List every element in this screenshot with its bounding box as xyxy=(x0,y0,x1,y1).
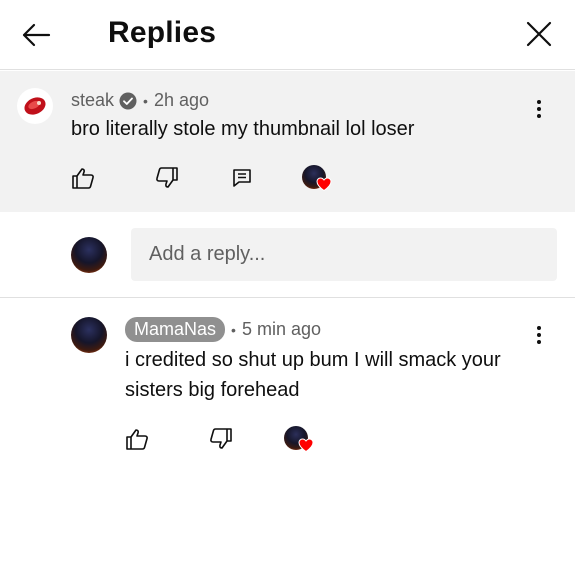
add-reply-row xyxy=(0,212,575,298)
creator-heart-badge xyxy=(302,165,332,193)
dislike-icon xyxy=(156,167,178,188)
comment-menu-button[interactable] xyxy=(527,97,551,121)
comment-author[interactable]: steak xyxy=(71,90,114,111)
like-button[interactable] xyxy=(124,426,150,452)
reply-input[interactable] xyxy=(131,228,557,281)
steak-icon xyxy=(24,97,46,115)
avatar xyxy=(71,237,107,273)
comment-author[interactable]: MamaNas xyxy=(125,317,226,342)
like-icon xyxy=(126,429,148,450)
replies-header: Replies xyxy=(0,0,575,70)
creator-heart-icon xyxy=(316,177,332,192)
reply-icon xyxy=(233,169,251,187)
comment-time: 2h ago xyxy=(153,90,209,110)
comment-text: bro literally stole my thumbnail lol los… xyxy=(71,118,415,140)
dislike-button[interactable] xyxy=(154,165,180,191)
close-icon xyxy=(526,21,552,47)
comment-time: 5 min ago xyxy=(241,319,321,339)
avatar[interactable] xyxy=(71,317,107,353)
page-title: Replies xyxy=(108,16,217,49)
meta-separator: • xyxy=(231,321,236,338)
parent-comment: steak • 2h ago bro literally stole my th… xyxy=(0,71,575,212)
dislike-button[interactable] xyxy=(208,426,234,452)
reply-button[interactable] xyxy=(229,165,255,191)
meta-separator: • xyxy=(143,92,148,109)
arrow-left-icon xyxy=(22,23,51,47)
reply-comment: MamaNas • 5 min ago i credited so shut u… xyxy=(0,299,575,499)
comment-text: i credited so shut up bum I will smack y… xyxy=(125,349,501,401)
like-button[interactable] xyxy=(70,165,96,191)
creator-heart-badge xyxy=(284,426,314,454)
more-vert-icon xyxy=(537,100,541,118)
back-button[interactable] xyxy=(18,17,54,53)
comment-meta: steak • 2h ago xyxy=(71,90,209,111)
more-vert-icon xyxy=(537,326,541,344)
like-icon xyxy=(72,168,94,189)
verified-icon xyxy=(119,92,137,110)
creator-heart-icon xyxy=(298,438,314,453)
comment-meta: MamaNas • 5 min ago xyxy=(125,317,321,342)
dislike-icon xyxy=(210,428,232,449)
comment-menu-button[interactable] xyxy=(527,323,551,347)
close-button[interactable] xyxy=(520,15,558,53)
avatar[interactable] xyxy=(17,88,53,124)
